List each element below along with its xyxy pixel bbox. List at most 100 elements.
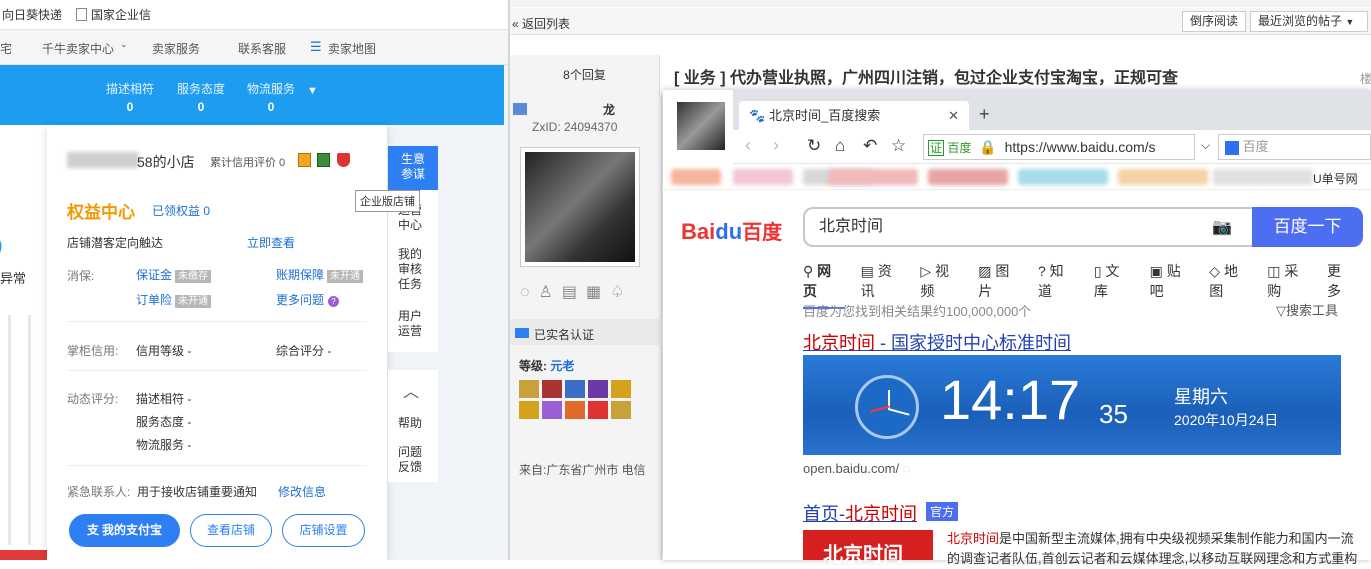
- grid-icon[interactable]: ▦: [586, 284, 610, 301]
- clock-time: 14:17: [940, 368, 1081, 431]
- baidu-logo[interactable]: Baidu百度: [681, 216, 782, 245]
- chat-icon[interactable]: ◌: [520, 284, 539, 301]
- medal-icon: [588, 401, 608, 419]
- status-abnormal: 异常: [0, 271, 27, 286]
- result-2-thumb[interactable]: 北京时间: [803, 530, 933, 566]
- forward-icon[interactable]: ›: [773, 135, 779, 156]
- add-friend-icon[interactable]: ♙: [539, 284, 562, 301]
- credit-label: 掌柜信用:: [67, 344, 119, 358]
- sidebar-user-ops[interactable]: 用户运营: [398, 309, 426, 339]
- deposit-item[interactable]: 保证金 未缴存: [136, 266, 212, 283]
- address-bar[interactable]: 证 百度 🔒 https://www.baidu.com/s: [923, 134, 1195, 160]
- enterprise-icon[interactable]: [317, 153, 330, 167]
- rating-banner: 描述相符 0 服务态度 0 物流服务 0 ▼: [0, 65, 504, 125]
- username[interactable]: 龙: [603, 101, 615, 118]
- my-alipay-button[interactable]: 支我的支付宝: [69, 514, 180, 547]
- nav-support[interactable]: 联系客服: [238, 40, 286, 57]
- chevron-down-icon: ▼: [1345, 17, 1355, 27]
- qq-icon[interactable]: ♤: [610, 284, 633, 301]
- result-2-title[interactable]: 首页-北京时间: [803, 500, 917, 526]
- targeting-text: 店铺潜客定向触达: [67, 236, 164, 250]
- search-tools[interactable]: ▽搜索工具: [1276, 300, 1338, 319]
- medal-icon: [565, 380, 585, 398]
- menu-icon: ☰: [310, 39, 322, 54]
- fav-udanhao[interactable]: U单号网: [1313, 170, 1358, 187]
- user-panel: 龙 ZxID: 24094370 ◌♙▤▦♤ 已实名认证 等级: 元老 来自:广…: [510, 95, 662, 560]
- bookmark-xiangrikui[interactable]: 向日葵快递: [2, 6, 62, 23]
- undo-icon[interactable]: ↶: [863, 136, 877, 156]
- credit-count: 累计信用评价 0: [210, 157, 286, 169]
- back-to-list-link[interactable]: « 返回列表: [512, 15, 570, 32]
- sidebar-first[interactable]: 生意参谋: [388, 146, 438, 190]
- question-icon: ?: [328, 296, 340, 307]
- dynamic-label: 动态评分:: [67, 392, 119, 406]
- post-title: [ 业务 ] 代办营业执照，广州四川注销，包过企业支付宝淘宝，正规可查: [674, 70, 1178, 87]
- reply-count-cell: 8个回复: [510, 55, 660, 95]
- period-guarantee-item[interactable]: 账期保障 未开通: [276, 266, 364, 283]
- view-now-link[interactable]: 立即查看: [247, 234, 295, 251]
- date: 2020年10月24日: [1174, 412, 1279, 428]
- dyn-logistics: 物流服务 -: [136, 438, 192, 452]
- user-icon: [513, 103, 527, 115]
- edit-contact-link[interactable]: 修改信息: [278, 483, 326, 500]
- paw-icon: du: [715, 219, 743, 244]
- favorites-bar: U单号网: [663, 164, 1371, 190]
- close-icon[interactable]: ✕: [948, 101, 959, 130]
- dyn-service: 服务态度 -: [136, 415, 192, 429]
- medal-icon: [542, 401, 562, 419]
- tab-tieba[interactable]: ▣ 贴吧: [1150, 261, 1194, 309]
- result-1-title[interactable]: 北京时间 - 国家授时中心标准时间: [803, 329, 1071, 355]
- sidebar-help[interactable]: 帮助: [398, 414, 426, 431]
- shop-settings-button[interactable]: 店铺设置: [282, 514, 365, 547]
- caret-down-icon[interactable]: ▼: [307, 85, 318, 97]
- reload-icon[interactable]: ↻: [807, 136, 821, 156]
- nav-bar: ‹ › ↻ ⌂ ↶ ☆ 证 百度 🔒 https://www.baidu.com…: [733, 130, 1371, 164]
- nav-qianniu[interactable]: 千牛卖家中心: [42, 40, 114, 57]
- sidebar-feedback[interactable]: 问题反馈: [398, 445, 426, 475]
- chevron-down-icon[interactable]: ⌵: [1201, 138, 1210, 153]
- nav-seller-service[interactable]: 卖家服务: [152, 40, 200, 57]
- shop-name: 58的小店: [137, 154, 195, 170]
- star-icon[interactable]: ☆: [891, 136, 906, 156]
- clock-icon: [855, 375, 919, 439]
- result-1-url[interactable]: open.baidu.com/ ◌: [803, 461, 910, 476]
- tab-baidu[interactable]: 🐾 北京时间_百度搜索 ✕: [739, 101, 969, 130]
- chevron-up-icon[interactable]: ︿: [403, 378, 419, 402]
- weekday: 星期六: [1174, 387, 1228, 407]
- user-action-icons: ◌♙▤▦♤: [520, 282, 633, 302]
- dyn-desc: 描述相符 -: [136, 392, 192, 406]
- back-icon[interactable]: ‹: [745, 135, 751, 156]
- tab-wenku[interactable]: ▯ 文库: [1094, 261, 1134, 309]
- nav-seller-map[interactable]: 卖家地图: [328, 40, 376, 57]
- avatar[interactable]: [520, 147, 640, 267]
- id-card-icon: [515, 328, 529, 338]
- reverse-order-button[interactable]: 倒序阅读: [1182, 11, 1247, 32]
- credit-score: 综合评分 -: [276, 344, 332, 358]
- cert-badge: 证 百度: [928, 140, 972, 156]
- top-nav: 宅 千牛卖家中心 ⌄ 卖家服务 联系客服 ☰ 卖家地图: [0, 31, 508, 65]
- rating-desc: 描述相符 0: [106, 82, 155, 114]
- new-tab-button[interactable]: +: [979, 104, 990, 125]
- rating-service: 服务态度 0: [177, 82, 226, 114]
- tab-map[interactable]: ◇ 地图: [1209, 261, 1251, 309]
- order-insurance-item[interactable]: 订单险 未开通: [136, 291, 212, 308]
- doc-icon[interactable]: ▤: [562, 284, 586, 301]
- badge-icon: [298, 153, 311, 167]
- search-input[interactable]: 北京时间: [803, 207, 1252, 247]
- recent-posts-dropdown[interactable]: 最近浏览的帖子 ▼: [1250, 11, 1368, 32]
- shop-info-card: 58的小店 累计信用评价 0 权益中心 已领权益 0 店铺潜客定向触达 立即查看…: [47, 125, 387, 560]
- bookmarks-strip: [510, 0, 1371, 7]
- bookmark-gsxt[interactable]: 国家企业信: [76, 6, 151, 23]
- shield-icon: [337, 153, 350, 167]
- camera-icon[interactable]: 📷: [1212, 217, 1232, 237]
- url-text: https://www.baidu.com/s: [1004, 139, 1156, 155]
- search-engine-box[interactable]: 百度: [1218, 134, 1371, 160]
- sidebar-review[interactable]: 我的审核任务: [398, 247, 426, 292]
- view-shop-button[interactable]: 查看店铺: [190, 514, 272, 547]
- claimed-rights[interactable]: 已领权益 0: [152, 202, 210, 219]
- clock-seconds: 35: [1099, 399, 1128, 429]
- home-icon[interactable]: ⌂: [835, 136, 845, 156]
- tab-zhidao[interactable]: ? 知道: [1038, 261, 1078, 309]
- search-button[interactable]: 百度一下: [1252, 207, 1363, 247]
- more-questions-item[interactable]: 更多问题?: [276, 291, 340, 308]
